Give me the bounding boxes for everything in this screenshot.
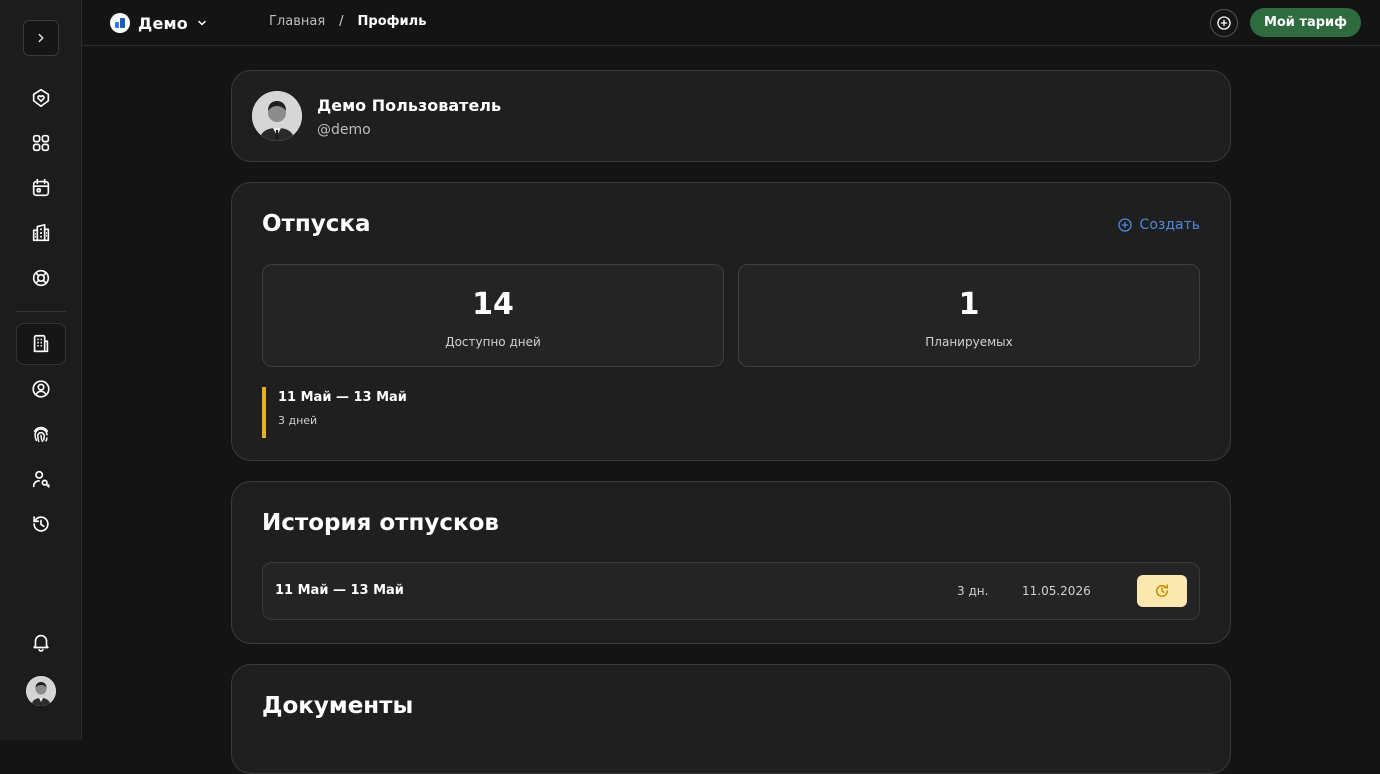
notifications-button[interactable]: [21, 622, 61, 662]
history-row[interactable]: 11 Май — 13 Май 3 дн. 11.05.2026: [262, 562, 1200, 620]
history-icon: [33, 516, 49, 532]
apps-grid-icon: [32, 134, 50, 152]
org-name: Демо: [138, 13, 188, 33]
vacations-card: Отпуска Создать 14 Доступно дней 1 Плани…: [231, 182, 1231, 461]
breadcrumb-home-link[interactable]: Главная: [269, 14, 325, 29]
history-row-date: 11.05.2026: [1022, 584, 1091, 598]
org-switcher[interactable]: Демо: [110, 12, 208, 34]
sidebar-item-security[interactable]: [21, 414, 61, 454]
sidebar-item-support[interactable]: [21, 258, 61, 298]
sidebar-item-profile[interactable]: [21, 369, 61, 409]
chevron-right-icon: [38, 33, 44, 43]
sidebar-item-apps[interactable]: [21, 123, 61, 163]
header-add-button[interactable]: [1210, 9, 1238, 37]
bell-icon: [33, 634, 49, 652]
chevron-down-icon: [198, 20, 206, 26]
available-days-value: 14: [472, 287, 514, 322]
user-avatar[interactable]: [26, 676, 56, 706]
lifebuoy-icon: [32, 269, 50, 287]
planned-vacation-range: 11 Май — 13 Май: [278, 390, 407, 405]
planned-value: 1: [958, 287, 980, 322]
breadcrumb-separator: /: [339, 14, 344, 29]
sidebar-item-access[interactable]: [21, 459, 61, 499]
sidebar-item-calendar[interactable]: [21, 168, 61, 208]
vacation-history-card: История отпусков 11 Май — 13 Май 3 дн. 1…: [231, 481, 1231, 644]
planned-vacation-days: 3 дней: [278, 414, 318, 427]
vacations-title: Отпуска: [262, 211, 371, 237]
user-key-icon: [32, 470, 50, 488]
history-row-days: 3 дн.: [957, 584, 989, 598]
create-vacation-label: Создать: [1139, 217, 1200, 233]
sidebar-item-history[interactable]: [21, 504, 61, 544]
sidebar-divider: [16, 311, 66, 312]
calendar-icon: [32, 178, 50, 197]
fingerprint-icon: [33, 426, 49, 443]
my-plan-button[interactable]: Мой тариф: [1250, 8, 1361, 37]
building-icon: [33, 334, 49, 353]
planned-stat: 1 Планируемых: [738, 264, 1200, 367]
sidebar-item-company[interactable]: [16, 323, 66, 365]
planned-vacation-item[interactable]: 11 Май — 13 Май 3 дней: [262, 387, 407, 438]
create-vacation-button[interactable]: Создать: [1117, 217, 1200, 233]
pending-clock-icon: [1156, 584, 1168, 597]
sidebar-item-home[interactable]: [21, 78, 61, 118]
buildings-icon: [32, 223, 50, 242]
sidebar: [0, 0, 82, 740]
available-days-label: Доступно дней: [445, 335, 541, 349]
home-shield-icon: [32, 88, 50, 108]
avatar-image: [26, 676, 56, 706]
documents-card: Документы: [231, 664, 1231, 774]
sidebar-item-buildings[interactable]: [21, 213, 61, 253]
org-logo-icon: [110, 13, 130, 33]
plus-circle-icon: [1117, 218, 1132, 232]
profile-avatar: [252, 91, 302, 141]
available-days-stat: 14 Доступно дней: [262, 264, 724, 367]
profile-card: Демо Пользователь @demo: [231, 70, 1231, 162]
breadcrumb: Главная / Профиль: [269, 14, 426, 29]
breadcrumb-current: Профиль: [357, 14, 427, 29]
profile-name: Демо Пользователь: [317, 96, 502, 115]
documents-title: Документы: [262, 693, 414, 719]
history-row-status-badge: [1137, 575, 1187, 607]
user-circle-icon: [32, 380, 50, 398]
top-header: Демо Главная / Профиль Мой тариф: [82, 0, 1380, 46]
sidebar-toggle-button[interactable]: [23, 20, 59, 56]
planned-label: Планируемых: [925, 335, 1013, 349]
history-row-range: 11 Май — 13 Май: [275, 583, 404, 598]
profile-login: @demo: [317, 122, 371, 138]
plus-circle-icon: [1217, 16, 1231, 30]
history-title: История отпусков: [262, 510, 499, 536]
